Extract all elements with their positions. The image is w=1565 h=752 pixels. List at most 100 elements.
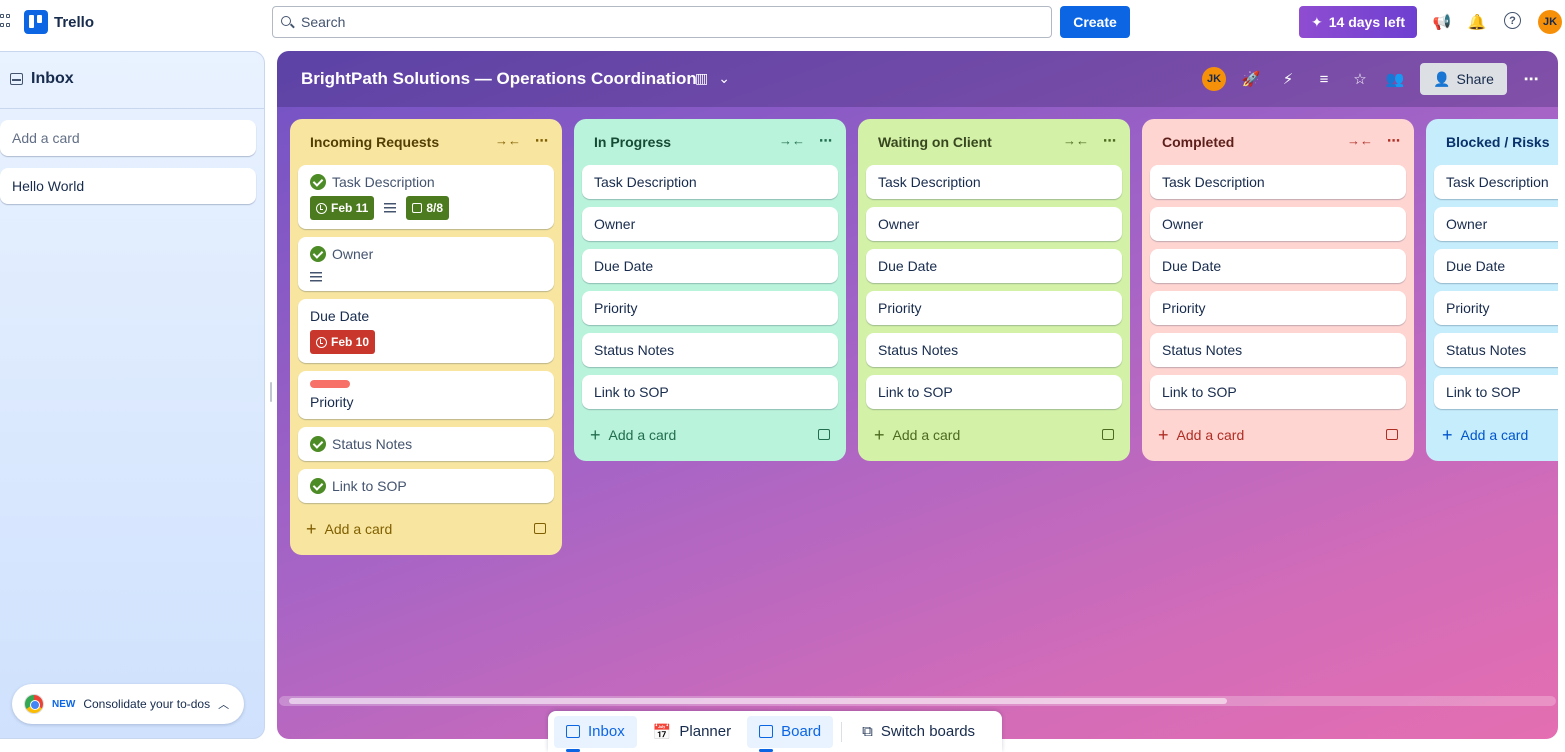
list-header[interactable]: Incoming Requests →← ⋯ bbox=[298, 119, 554, 165]
share-button[interactable]: 👤 Share bbox=[1420, 63, 1507, 95]
collapse-icon[interactable]: →← bbox=[1347, 133, 1373, 149]
list-header[interactable]: In Progress →← ⋯ bbox=[582, 119, 838, 165]
add-card-button[interactable]: + Add a card bbox=[1434, 417, 1558, 453]
app-switcher-icon[interactable] bbox=[0, 14, 10, 30]
horizontal-scrollbar[interactable] bbox=[279, 696, 1556, 706]
add-card-button[interactable]: + Add a card bbox=[582, 417, 838, 453]
card[interactable]: Due Date Feb 10 bbox=[298, 299, 554, 363]
switch-boards-button[interactable]: ⧉ Switch boards bbox=[850, 716, 987, 748]
card-template-icon[interactable] bbox=[534, 523, 546, 534]
complete-check-icon[interactable] bbox=[310, 436, 326, 452]
card[interactable]: Task Description bbox=[582, 165, 838, 199]
card[interactable]: Due Date bbox=[866, 249, 1122, 283]
card-template-icon[interactable] bbox=[818, 429, 830, 440]
list-menu-icon[interactable]: ⋯ bbox=[1103, 133, 1116, 149]
card[interactable]: Status Notes bbox=[582, 333, 838, 367]
switch-boards-label: Switch boards bbox=[880, 723, 976, 740]
list-header[interactable]: Waiting on Client →← ⋯ bbox=[866, 119, 1122, 165]
megaphone-icon[interactable]: 📢 bbox=[1432, 12, 1452, 32]
list-incoming-requests: Incoming Requests →← ⋯ Task Description … bbox=[290, 119, 562, 555]
card[interactable]: Due Date bbox=[1434, 249, 1558, 283]
card[interactable]: Priority bbox=[1150, 291, 1406, 325]
inbox-card[interactable]: Hello World bbox=[0, 168, 256, 204]
visibility-icon[interactable]: 👥 bbox=[1385, 69, 1405, 89]
board: BrightPath Solutions — Operations Coordi… bbox=[277, 51, 1558, 739]
card[interactable]: Link to SOP bbox=[1434, 375, 1558, 409]
card[interactable]: Status Notes bbox=[298, 427, 554, 461]
card[interactable]: Owner bbox=[1150, 207, 1406, 241]
user-avatar[interactable]: JK bbox=[1538, 10, 1562, 34]
list-header[interactable]: Blocked / Risks bbox=[1434, 119, 1558, 165]
card[interactable]: Owner bbox=[582, 207, 838, 241]
filter-icon[interactable]: ≡ bbox=[1314, 69, 1334, 89]
chrome-icon bbox=[24, 694, 44, 714]
board-header: BrightPath Solutions — Operations Coordi… bbox=[277, 51, 1558, 107]
board-title[interactable]: BrightPath Solutions — Operations Coordi… bbox=[301, 69, 697, 89]
search-input[interactable]: Search bbox=[272, 6, 1052, 38]
switcher-planner[interactable]: 📅 Planner bbox=[641, 716, 743, 748]
list-title: Blocked / Risks bbox=[1446, 134, 1550, 150]
scrollbar-thumb[interactable] bbox=[289, 698, 1227, 704]
plus-icon: + bbox=[1158, 424, 1169, 445]
trello-logo[interactable]: Trello bbox=[24, 10, 94, 34]
board-member-avatar[interactable]: JK bbox=[1202, 67, 1226, 91]
card[interactable]: Priority bbox=[866, 291, 1122, 325]
due-date-badge[interactable]: Feb 10 bbox=[310, 330, 376, 354]
automation-icon[interactable]: ⚡ bbox=[1278, 69, 1298, 89]
add-card-button[interactable]: + Add a card bbox=[298, 511, 554, 547]
bell-icon[interactable]: 🔔 bbox=[1467, 12, 1487, 32]
list-menu-icon[interactable]: ⋯ bbox=[535, 133, 548, 149]
card[interactable]: Task Description Feb 11 8/8 bbox=[298, 165, 554, 229]
collapse-icon[interactable]: →← bbox=[1063, 133, 1089, 149]
complete-check-icon[interactable] bbox=[310, 174, 326, 190]
card[interactable]: Owner bbox=[1434, 207, 1558, 241]
card[interactable]: Due Date bbox=[1150, 249, 1406, 283]
search-placeholder: Search bbox=[301, 14, 346, 30]
add-card-label: Add a card bbox=[1176, 427, 1245, 443]
rocket-icon[interactable]: 🚀 bbox=[1241, 69, 1261, 89]
add-card-button[interactable]: + Add a card bbox=[866, 417, 1122, 453]
card-label[interactable] bbox=[310, 380, 350, 388]
card[interactable]: Task Description bbox=[1434, 165, 1558, 199]
card[interactable]: Link to SOP bbox=[298, 469, 554, 503]
card[interactable]: Task Description bbox=[866, 165, 1122, 199]
card[interactable]: Priority bbox=[1434, 291, 1558, 325]
complete-check-icon[interactable] bbox=[310, 478, 326, 494]
card[interactable]: Link to SOP bbox=[866, 375, 1122, 409]
switcher-board[interactable]: Board bbox=[747, 715, 834, 752]
card[interactable]: Priority bbox=[582, 291, 838, 325]
card[interactable]: Link to SOP bbox=[1150, 375, 1406, 409]
list-title: Waiting on Client bbox=[878, 134, 992, 150]
card[interactable]: Task Description bbox=[1150, 165, 1406, 199]
trial-button[interactable]: ✦ 14 days left bbox=[1299, 6, 1417, 38]
help-icon[interactable]: ? bbox=[1504, 12, 1521, 29]
due-date-badge[interactable]: Feb 11 bbox=[310, 196, 375, 220]
switcher-inbox[interactable]: Inbox bbox=[554, 715, 637, 752]
add-card-button[interactable]: + Add a card bbox=[1150, 417, 1406, 453]
card[interactable]: Owner bbox=[866, 207, 1122, 241]
card[interactable]: Status Notes bbox=[1150, 333, 1406, 367]
complete-check-icon[interactable] bbox=[310, 246, 326, 262]
star-icon[interactable]: ☆ bbox=[1350, 69, 1370, 89]
share-label: Share bbox=[1456, 71, 1494, 87]
collapse-icon[interactable]: →← bbox=[779, 133, 805, 149]
collapse-icon[interactable]: →← bbox=[495, 133, 521, 149]
create-button[interactable]: Create bbox=[1060, 6, 1130, 38]
more-icon[interactable]: ⋯ bbox=[1521, 69, 1541, 89]
card[interactable]: Priority bbox=[298, 371, 554, 419]
card-template-icon[interactable] bbox=[1102, 429, 1114, 440]
card[interactable]: Link to SOP bbox=[582, 375, 838, 409]
inbox-add-card-input[interactable]: Add a card bbox=[0, 120, 256, 156]
promo-consolidate[interactable]: NEW Consolidate your to-dos ︿ bbox=[12, 684, 244, 724]
card[interactable]: Due Date bbox=[582, 249, 838, 283]
card[interactable]: Status Notes bbox=[1434, 333, 1558, 367]
card[interactable]: Owner bbox=[298, 237, 554, 291]
trello-logo-icon bbox=[24, 10, 48, 34]
board-view-switch[interactable]: ▥ ⌄ bbox=[695, 70, 730, 87]
panel-resize-handle[interactable] bbox=[270, 382, 272, 402]
list-header[interactable]: Completed →← ⋯ bbox=[1150, 119, 1406, 165]
card[interactable]: Status Notes bbox=[866, 333, 1122, 367]
list-menu-icon[interactable]: ⋯ bbox=[819, 133, 832, 149]
card-template-icon[interactable] bbox=[1386, 429, 1398, 440]
list-menu-icon[interactable]: ⋯ bbox=[1387, 133, 1400, 149]
